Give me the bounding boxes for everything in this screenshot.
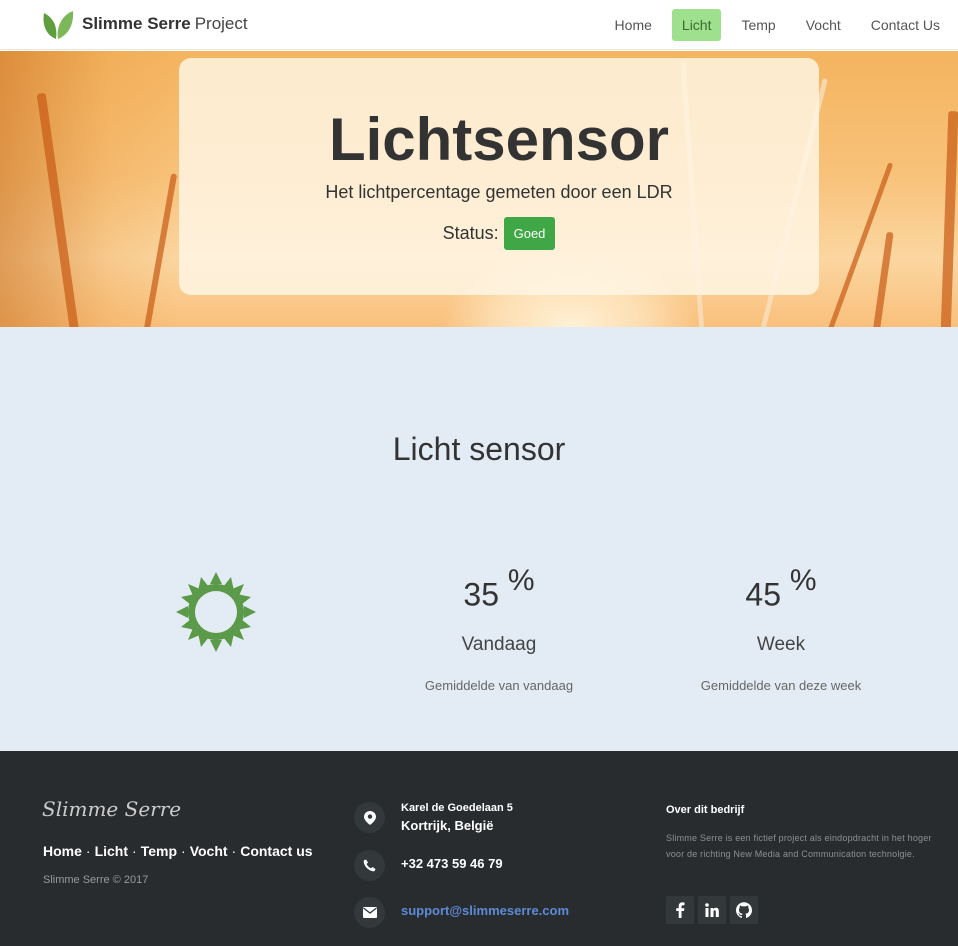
address-line1: Karel de Goedelaan 5 (401, 802, 513, 814)
leaf-logo-icon (43, 11, 74, 39)
footer-copyright: Slimme Serre © 2017 (43, 874, 149, 886)
github-icon[interactable] (730, 896, 758, 924)
email-link[interactable]: support@slimmeserre.com (401, 903, 569, 918)
brand-name: Slimme Serre (82, 14, 191, 33)
stat-today: 35 % Vandaag Gemiddelde van vandaag (379, 564, 619, 693)
status-badge: Goed (503, 217, 556, 250)
map-marker-icon (354, 802, 385, 833)
status-row: Status: Goed (179, 217, 819, 250)
nav-home[interactable]: Home (605, 9, 662, 41)
nav-temp[interactable]: Temp (731, 9, 785, 41)
section-title: Licht sensor (392, 431, 566, 467)
footer-logo: Slimme Serre (42, 797, 182, 821)
hero-stem (870, 231, 894, 327)
stat-week-label: Week (756, 633, 806, 655)
nav-licht[interactable]: Licht (671, 9, 722, 41)
nav-contact[interactable]: Contact Us (861, 9, 950, 41)
stat-week-value: 45 % (661, 564, 901, 614)
address-text: Karel de Goedelaan 5 Kortrijk, België (401, 802, 513, 833)
stat-week: 45 % Week Gemiddelde van deze week (661, 564, 901, 693)
sensor-section: Licht sensor 35 % Vandaag Gemiddelde van… (0, 327, 958, 751)
envelope-icon (354, 897, 385, 928)
stat-week-desc: Gemiddelde van deze week (700, 677, 862, 693)
footer-email: support@slimmeserre.com (354, 897, 569, 928)
footer-link-temp[interactable]: Temp (141, 843, 177, 859)
about-text: Slimme Serre is een fictief project als … (666, 833, 932, 859)
social-links (666, 896, 762, 924)
footer-about: Over dit bedrijf Slimme Serre is een fic… (666, 804, 936, 862)
footer-links: Home · Licht · Temp · Vocht · Contact us (43, 843, 313, 859)
sun-icon (176, 572, 256, 652)
navbar: Slimme Serre Project Home Licht Temp Voc… (0, 0, 958, 50)
stat-today-desc: Gemiddelde van vandaag (424, 677, 574, 693)
page-title: Lichtsensor (328, 106, 670, 173)
phone-icon (354, 850, 385, 881)
hero-card: Lichtsensor Het lichtpercentage gemeten … (179, 58, 819, 295)
hero-stem (940, 110, 958, 327)
stat-week-unit: % (789, 564, 817, 597)
stat-today-unit: % (507, 564, 535, 597)
brand-suffix: Project (194, 14, 248, 33)
footer-link-licht[interactable]: Licht (95, 843, 128, 859)
footer-phone: +32 473 59 46 79 (354, 850, 503, 881)
footer: Slimme Serre Home · Licht · Temp · Vocht · Conta… (0, 751, 958, 946)
nav-menu: Home Licht Temp Vocht Contact Us (595, 9, 950, 41)
footer-link-home[interactable]: Home (43, 843, 82, 859)
footer-link-vocht[interactable]: Vocht (190, 843, 228, 859)
stat-today-value: 35 % (379, 564, 619, 614)
stat-week-number: 45 (745, 576, 781, 613)
nav-vocht[interactable]: Vocht (796, 9, 851, 41)
hero-banner: Lichtsensor Het lichtpercentage gemeten … (0, 51, 958, 327)
about-title: Over dit bedrijf (666, 804, 745, 816)
stat-today-number: 35 (463, 576, 499, 613)
stat-today-label: Vandaag (461, 633, 537, 655)
address-line2: Kortrijk, België (401, 818, 494, 833)
phone-text[interactable]: +32 473 59 46 79 (401, 856, 503, 871)
footer-link-contact[interactable]: Contact us (240, 843, 312, 859)
footer-address: Karel de Goedelaan 5 Kortrijk, België (354, 802, 513, 833)
brand[interactable]: Slimme Serre Project (42, 6, 248, 42)
facebook-icon[interactable] (666, 896, 694, 924)
status-label: Status: (442, 223, 499, 243)
page-subtitle: Het lichtpercentage gemeten door een LDR (325, 182, 673, 202)
linkedin-icon[interactable] (698, 896, 726, 924)
